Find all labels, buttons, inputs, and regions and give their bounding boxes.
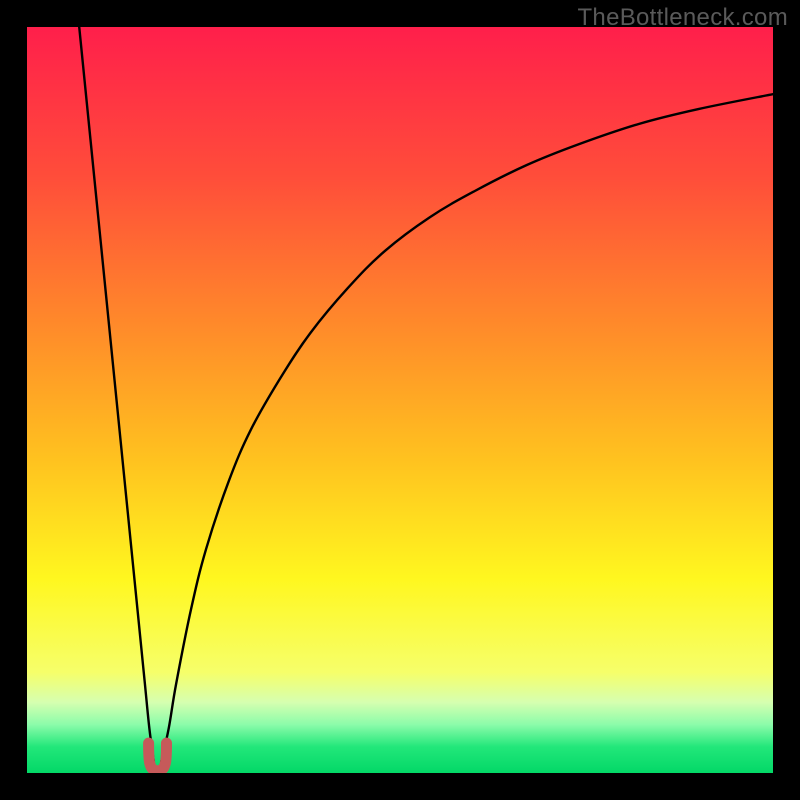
u-shape-marker-icon — [149, 743, 167, 771]
plot-area — [27, 27, 773, 773]
watermark-text: TheBottleneck.com — [577, 4, 788, 32]
chart-frame: TheBottleneck.com — [0, 0, 800, 800]
min-marker — [27, 27, 773, 773]
